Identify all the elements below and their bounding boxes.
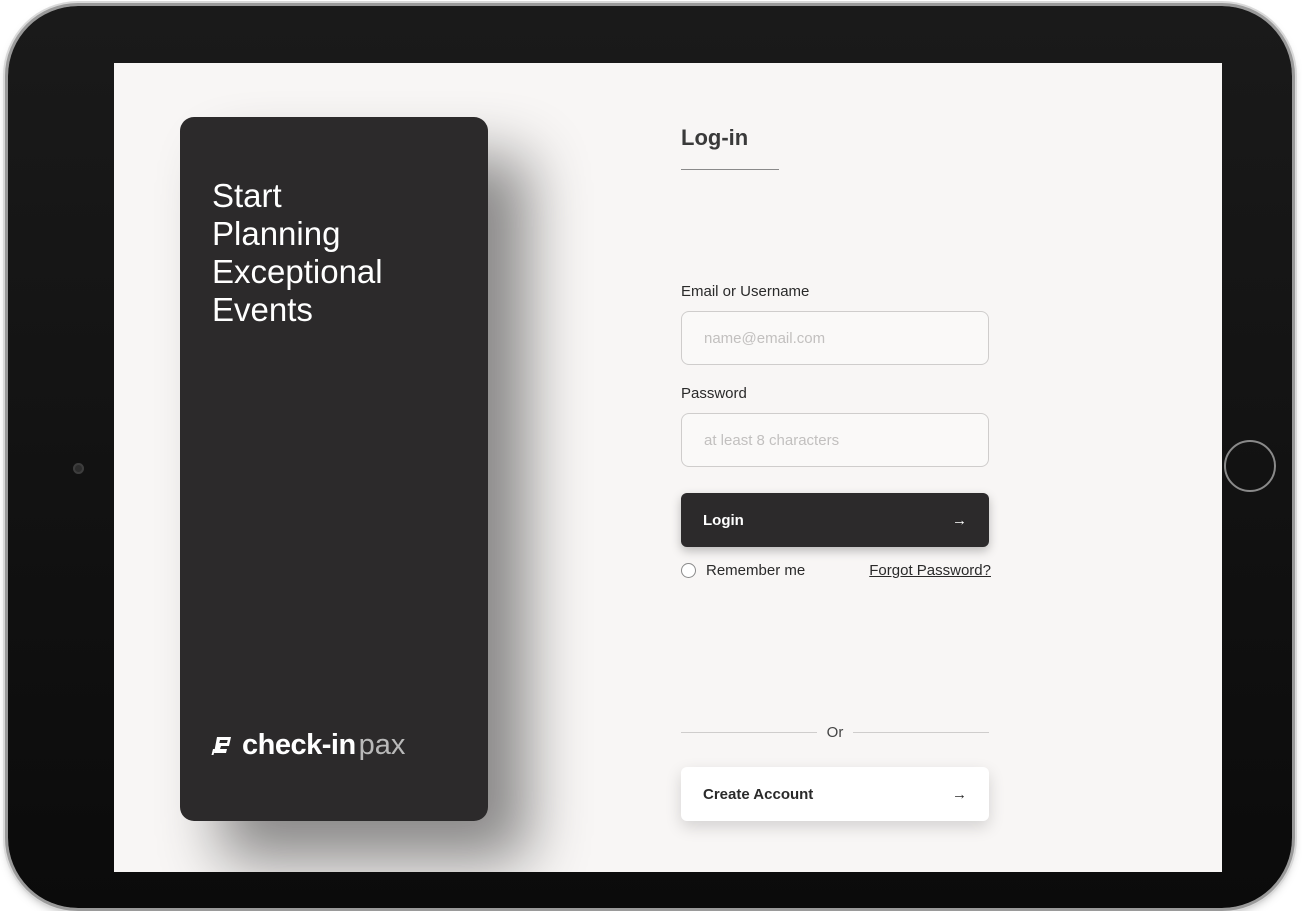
password-field[interactable] <box>681 413 989 467</box>
app-screen: Start Planning Exceptional Events check-… <box>114 63 1222 872</box>
create-account-button[interactable]: Create Account → <box>681 767 989 821</box>
logo-wordmark-light: pax <box>358 729 406 761</box>
or-divider: Or <box>681 724 990 741</box>
arrow-right-icon: → <box>952 511 967 529</box>
hero-headline-line: Start <box>212 177 282 214</box>
remember-me-label[interactable]: Remember me <box>706 562 805 579</box>
email-label: Email or Username <box>681 283 810 300</box>
remember-row: Remember me Forgot Password? <box>681 562 991 579</box>
arrow-right-icon: → <box>952 785 967 803</box>
remember-me-radio[interactable] <box>681 563 696 578</box>
divider-text: Or <box>826 724 844 741</box>
hero-headline-line: Planning <box>212 215 341 252</box>
forgot-password-link[interactable]: Forgot Password? <box>869 562 991 579</box>
logo-wordmark-bold: check-in <box>242 729 356 761</box>
login-button-label: Login <box>703 511 744 529</box>
brand-logo: check-in pax <box>210 729 405 762</box>
front-camera <box>73 463 84 474</box>
title-underline <box>681 169 779 170</box>
email-field[interactable] <box>681 311 989 365</box>
divider-line <box>681 732 817 733</box>
check-in-pax-logo-icon <box>211 736 231 755</box>
login-button[interactable]: Login → <box>681 493 989 547</box>
hero-headline-line: Events <box>212 291 313 328</box>
hero-headline-line: Exceptional <box>212 253 383 290</box>
password-label: Password <box>681 385 747 402</box>
home-button[interactable] <box>1224 440 1276 492</box>
login-form: Log-in Email or Username Password Login … <box>681 63 991 872</box>
divider-line <box>853 732 990 733</box>
hero-headline: Start Planning Exceptional Events <box>212 177 472 329</box>
hero-panel: Start Planning Exceptional Events check-… <box>180 117 488 821</box>
page-title: Log-in <box>681 125 749 150</box>
create-account-button-label: Create Account <box>703 785 814 803</box>
